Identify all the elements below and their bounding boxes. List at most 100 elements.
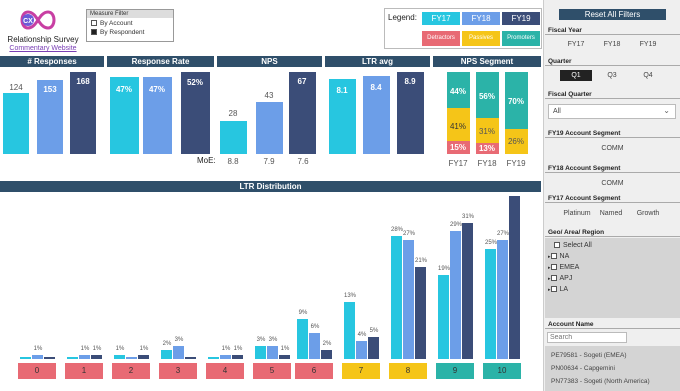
ltr-bar-fy17-4[interactable] [208, 357, 219, 359]
logo-title: Relationship Survey [7, 35, 79, 44]
rate-label-fy18: 47% [148, 85, 165, 94]
ltr-label-fy19-8: 21% [414, 257, 427, 264]
account-search-input[interactable] [547, 332, 627, 343]
ltr-bar-fy19-6[interactable] [321, 350, 332, 359]
quarter-q1[interactable]: Q1 [560, 70, 592, 81]
ltr-bar-fy19-1[interactable] [91, 354, 102, 359]
checkbox-icon[interactable] [554, 242, 560, 249]
ltr-label-fy19-6: 2% [322, 341, 332, 348]
ltr-bar-fy19-0[interactable] [44, 357, 55, 359]
checkbox-icon[interactable] [91, 20, 97, 27]
ltr-bar-fy17-2[interactable] [114, 354, 125, 359]
ltr-bar-fy18-3[interactable] [173, 345, 184, 359]
moe-fy19: 7.6 [297, 157, 309, 166]
ltr-category-9[interactable]: 9 [436, 363, 474, 379]
fiscal-year-fy18[interactable]: FY18 [597, 41, 627, 48]
quarter-q3[interactable]: Q3 [596, 72, 628, 79]
fy17-segment-platinum[interactable]: Platinum [558, 210, 596, 217]
checkbox-checked-icon[interactable] [91, 29, 97, 36]
responses-bar-fy17[interactable] [3, 93, 29, 154]
ltr-distribution-header: LTR Distribution [0, 181, 541, 192]
ltr-label-fy18-6: 6% [310, 323, 320, 330]
account-item[interactable]: PN77383 - Sogeti (North America) [551, 378, 650, 385]
ltr-bar-fy19-9[interactable] [462, 222, 473, 359]
fiscal-year-title: Fiscal Year [545, 26, 680, 35]
measure-option-by-respondent[interactable]: By Respondent [87, 29, 173, 36]
checkbox-icon[interactable] [550, 264, 557, 271]
ltr-bar-fy17-1[interactable] [67, 357, 78, 359]
legend: Legend: FY17 FY18 FY19 Detractors Passiv… [384, 8, 542, 49]
fy17-segment-named[interactable]: Named [594, 210, 628, 217]
ltr-bar-fy19-4[interactable] [232, 354, 243, 359]
nps-header: NPS [217, 56, 322, 67]
ltr-bar-fy18-7[interactable] [356, 341, 367, 359]
ltr-label-fy18-3: 3% [174, 336, 184, 343]
ltr-bar-fy18-1[interactable] [79, 354, 90, 359]
ltr-bar-fy19-2[interactable] [138, 354, 149, 359]
ltr-bar-fy18-0[interactable] [32, 354, 43, 359]
geo-title: Geo/ Area/ Region [545, 228, 680, 237]
ltr-bar-fy19-10[interactable] [509, 196, 520, 359]
ltr-category-5[interactable]: 5 [253, 363, 291, 379]
quarter-q4[interactable]: Q4 [632, 72, 664, 79]
ltr-label-fy19-2: 1% [139, 345, 149, 352]
ltr-label-fy17-6: 9% [298, 310, 308, 317]
fiscal-year-fy17[interactable]: FY17 [561, 41, 591, 48]
reset-all-filters-button[interactable]: Reset All Filters [559, 9, 666, 20]
checkbox-icon[interactable] [550, 275, 557, 282]
commentary-link[interactable]: Commentary Website [8, 45, 78, 52]
ltr-bar-fy17-8[interactable] [391, 235, 402, 359]
ltr-label-fy19-7: 5% [369, 328, 379, 334]
geo-na[interactable]: ▸ NA [548, 253, 569, 260]
ltr-category-7[interactable]: 7 [342, 363, 380, 379]
ltr-bar-fy19-7[interactable] [368, 337, 379, 359]
ltr-category-4[interactable]: 4 [206, 363, 244, 379]
ltr-category-1[interactable]: 1 [65, 363, 103, 379]
ltr-category-0[interactable]: 0 [18, 363, 56, 379]
seg-passives-label-fy19: 26% [507, 137, 524, 146]
ltr-bar-fy17-7[interactable] [344, 301, 355, 359]
geo-select-all[interactable]: Select All [554, 242, 592, 249]
ltr-bar-fy17-10[interactable] [485, 249, 496, 359]
ltr-bar-fy17-0[interactable] [20, 357, 31, 359]
seg-promoters-label-fy19: 70% [507, 97, 524, 106]
ltr-bar-fy17-5[interactable] [255, 345, 266, 359]
ltr-bar-fy18-9[interactable] [450, 231, 461, 359]
ltr-bar-fy19-5[interactable] [279, 354, 290, 359]
fy19-segment-title: FY19 Account Segment [545, 129, 680, 138]
measure-option-by-account[interactable]: By Account [87, 18, 173, 29]
ltr-bar-fy18-2[interactable] [126, 357, 137, 359]
nps-bar-fy17[interactable] [220, 121, 247, 154]
geo-apj[interactable]: ▸ APJ [548, 275, 572, 282]
ltr-category-6[interactable]: 6 [295, 363, 333, 379]
ltr-bar-fy19-3[interactable] [185, 357, 196, 359]
fy18-segment-comm[interactable]: COMM [590, 180, 635, 187]
geo-la[interactable]: ▸ LA [548, 286, 568, 293]
fiscal-year-fy19[interactable]: FY19 [633, 41, 663, 48]
ltr-category-3[interactable]: 3 [159, 363, 197, 379]
fy19-segment-comm[interactable]: COMM [590, 145, 635, 152]
logo-icon: CX [20, 10, 56, 30]
account-item[interactable]: PN00634 - Capgemini [551, 365, 615, 372]
measure-filter-title: Measure Filter [87, 10, 173, 18]
geo-emea[interactable]: ▸ EMEA [548, 264, 579, 271]
ltr-bar-fy18-4[interactable] [220, 354, 231, 359]
ltr-bar-fy19-8[interactable] [415, 266, 426, 359]
ltr-bar-fy17-9[interactable] [438, 275, 449, 359]
checkbox-icon[interactable] [550, 253, 557, 260]
svg-text:CX: CX [23, 18, 33, 25]
ltr-category-8[interactable]: 8 [389, 363, 427, 379]
ltr-category-10[interactable]: 10 [483, 363, 521, 379]
ltr-bar-fy18-10[interactable] [497, 240, 508, 359]
account-item[interactable]: PE79581 - Sogeti (EMEA) [551, 352, 627, 359]
nps-bar-fy18[interactable] [256, 102, 283, 154]
checkbox-icon[interactable] [550, 286, 557, 293]
ltr-label-fy18-0: 1% [33, 345, 43, 352]
quarter-title: Quarter [545, 57, 680, 66]
ltr-category-2[interactable]: 2 [112, 363, 150, 379]
response-rate-header: Response Rate [107, 56, 214, 67]
ltr-label-fy17-7: 13% [343, 292, 356, 299]
fy17-segment-growth[interactable]: Growth [630, 210, 666, 217]
fiscal-quarter-dropdown[interactable]: All ⌄ [548, 104, 676, 119]
ltr-bar-fy17-3[interactable] [161, 350, 172, 359]
